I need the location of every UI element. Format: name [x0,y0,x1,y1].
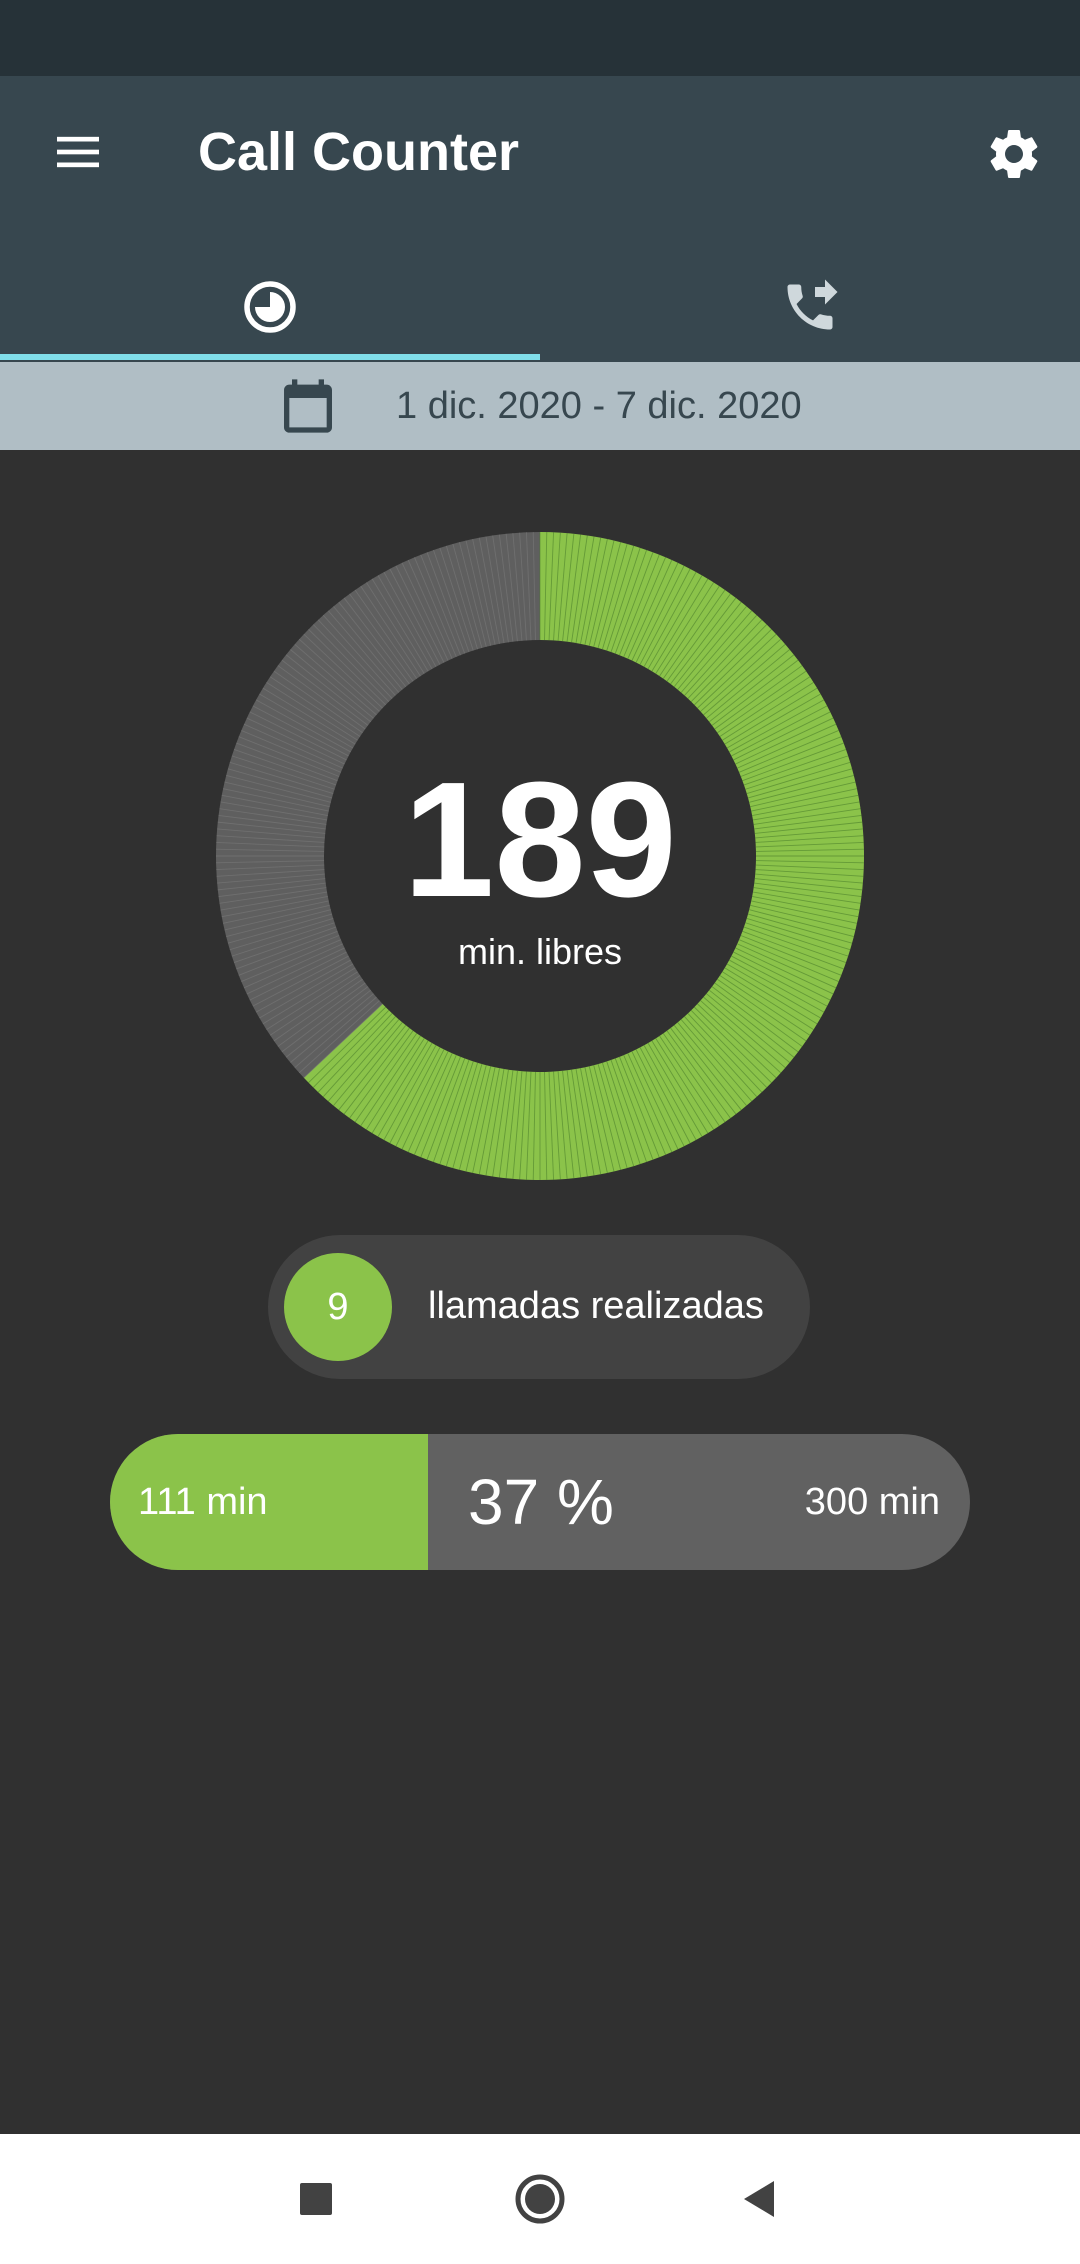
square-icon [300,2183,332,2215]
back-button[interactable] [720,2159,800,2239]
settings-button[interactable] [976,116,1052,192]
tab-indicator [0,354,540,360]
gear-icon [990,130,1038,178]
app-title: Call Counter [198,122,520,182]
phone-forwarded-icon [787,279,838,330]
calls-count-badge: 9 [284,1253,392,1361]
free-minutes-label: min. libres [457,931,623,972]
system-nav-bar [0,2134,1080,2264]
used-minutes-label: 111 min [138,1481,268,1523]
calls-summary: 9 llamadas realizadas [268,1235,810,1379]
usage-progress-bar: 111 min 37 % 300 min [110,1434,970,1570]
date-range-selector[interactable]: 1 dic. 2020 - 7 dic. 2020 [0,362,1080,450]
total-minutes-label: 300 min [804,1481,940,1523]
pie-chart-icon [244,281,296,333]
tab-calls[interactable] [540,252,1080,362]
tab-usage[interactable] [0,252,540,362]
home-button[interactable] [500,2159,580,2239]
calls-label: llamadas realizadas [428,1285,764,1327]
app-bar: Call Counter [0,76,1080,362]
menu-button[interactable] [40,114,116,190]
triangle-back-icon [744,2181,774,2217]
calendar-icon [284,379,332,433]
status-bar [0,0,1080,76]
recents-button[interactable] [276,2159,356,2239]
date-range-label: 1 dic. 2020 - 7 dic. 2020 [396,385,802,427]
usage-percent-label: 37 % [468,1466,614,1538]
menu-icon [57,136,99,168]
circle-icon [515,2174,565,2224]
free-minutes-value: 189 [403,748,677,931]
